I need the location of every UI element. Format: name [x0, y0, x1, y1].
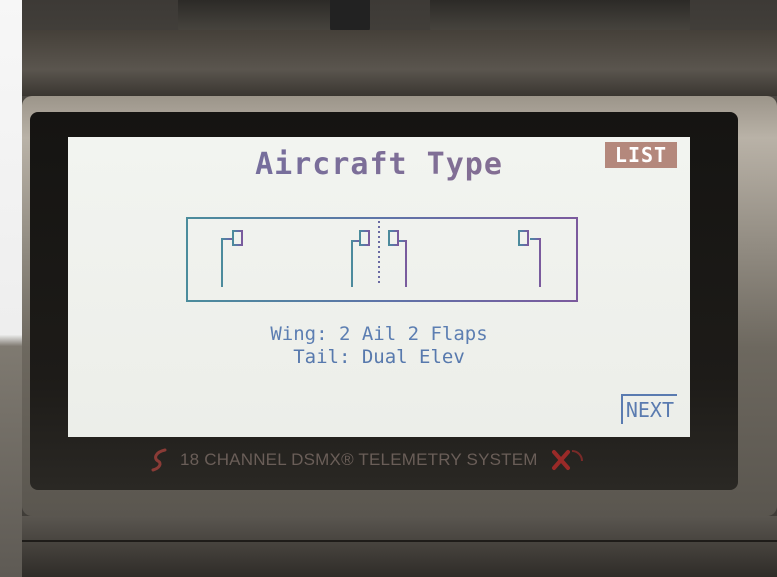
brand-text: 18 CHANNEL DSMX® TELEMETRY SYSTEM [180, 450, 538, 469]
housing-seam [22, 540, 777, 542]
wing-config-label: Wing: 2 Ail 2 Flaps [270, 323, 488, 345]
device-photo: Aircraft Type LIST Wing: 2 Ail 2 Flaps T… [0, 0, 777, 577]
lcd-screen: Aircraft Type LIST Wing: 2 Ail 2 Flaps T… [68, 137, 690, 437]
top-switch-right [430, 0, 690, 32]
top-shelf [22, 30, 777, 96]
next-button[interactable]: NEXT [620, 394, 677, 424]
list-button[interactable]: LIST [605, 142, 677, 168]
top-switch-left [178, 0, 348, 32]
top-switch-center [330, 0, 370, 32]
brand-strip: 18 CHANNEL DSMX® TELEMETRY SYSTEM [150, 443, 620, 477]
page-title: Aircraft Type [68, 147, 690, 182]
background-edge [0, 0, 22, 577]
wing-servo-diagram-icon [186, 217, 578, 302]
spektrum-logo-icon [151, 448, 167, 472]
bottom-housing [22, 516, 777, 577]
x-logo-icon [551, 450, 583, 470]
tail-config-label: Tail: Dual Elev [293, 346, 465, 368]
